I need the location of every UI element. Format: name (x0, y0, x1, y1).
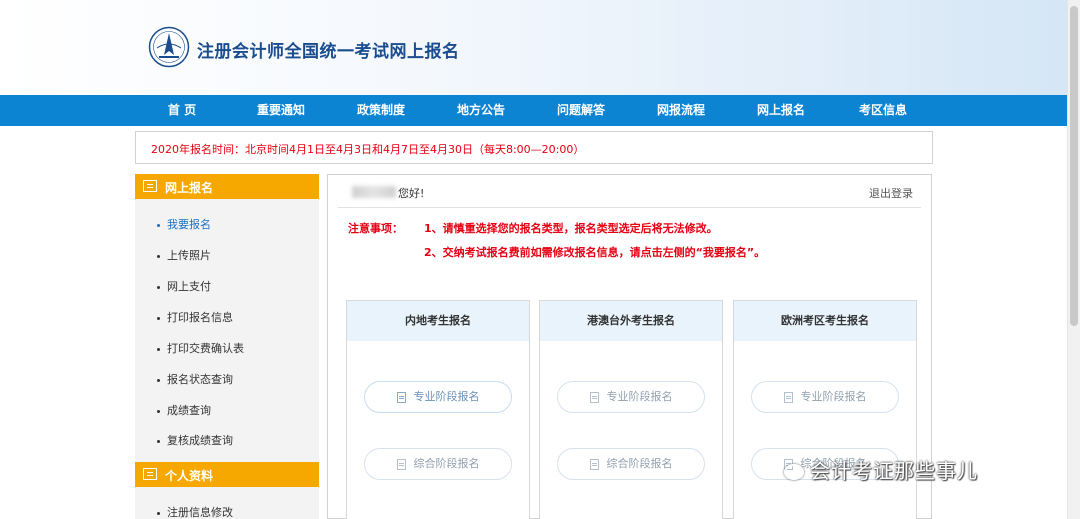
button-label: 综合阶段报名 (606, 457, 673, 470)
wechat-icon (784, 464, 804, 480)
greeting-bar: 您好! 退出登录 (338, 175, 921, 208)
scrollbar-thumb[interactable] (1070, 6, 1078, 326)
watermark-text: 会计考证那些事儿 (810, 459, 978, 483)
greeting-text: 您好! (398, 187, 425, 200)
note-line-2: 2、交纳考试报名费前如需修改报名信息，请点击左侧的“我要报名”。 (424, 246, 766, 259)
main-nav: 首 页 重要通知 政策制度 地方公告 问题解答 网报流程 网上报名 考区信息 (0, 95, 1067, 126)
bullet-icon (157, 347, 160, 351)
document-icon (396, 458, 406, 470)
cicpa-logo-icon[interactable] (148, 26, 190, 68)
sidebar-item-upload-photo[interactable]: 上传照片 (157, 247, 211, 263)
button-label: 专业阶段报名 (606, 390, 673, 403)
document-icon (396, 391, 406, 403)
document-icon (589, 458, 599, 470)
logout-link[interactable]: 退出登录 (869, 185, 913, 201)
card-title: 内地考生报名 (347, 301, 529, 341)
sidebar-item-label: 网上支付 (167, 280, 211, 293)
card-mainland-candidates: 内地考生报名 专业阶段报名 综合阶段报名 (346, 300, 530, 519)
sidebar-header-label: 网上报名 (165, 181, 214, 195)
button-label: 综合阶段报名 (413, 457, 480, 470)
bullet-icon (157, 285, 160, 289)
bullet-icon (157, 316, 160, 320)
document-icon (589, 391, 599, 403)
nav-item-important-notices[interactable]: 重要通知 (236, 95, 326, 126)
id-card-icon (143, 468, 157, 480)
nav-item-exam-area-info[interactable]: 考区信息 (838, 95, 928, 126)
nav-item-faq[interactable]: 问题解答 (536, 95, 626, 126)
card-europe-exam-area-candidates: 欧洲考区考生报名 专业阶段报名 综合阶段报名 (733, 300, 917, 519)
comprehensive-stage-button[interactable]: 综合阶段报名 (364, 448, 512, 480)
notice-text: 2020年报名时间：北京时间4月1日至4月3日和4月7日至4月30日（每天8:0… (151, 143, 585, 156)
sidebar-item-label: 报名状态查询 (167, 373, 233, 386)
sidebar-item-edit-registration-info[interactable]: 注册信息修改 (157, 504, 233, 519)
bullet-icon (157, 511, 160, 515)
sidebar-item-label: 复核成绩查询 (167, 434, 233, 447)
professional-stage-button[interactable]: 专业阶段报名 (751, 381, 899, 413)
bullet-icon (157, 378, 160, 382)
nav-item-online-registration[interactable]: 网上报名 (736, 95, 826, 126)
sidebar-item-label: 成绩查询 (167, 404, 211, 417)
professional-stage-button[interactable]: 专业阶段报名 (364, 381, 512, 413)
button-label: 专业阶段报名 (413, 390, 480, 403)
sidebar-item-label: 上传照片 (167, 249, 211, 262)
nav-item-home[interactable]: 首 页 (137, 95, 227, 126)
professional-stage-button[interactable]: 专业阶段报名 (557, 381, 705, 413)
sidebar-item-print-payment-confirmation[interactable]: 打印交费确认表 (157, 340, 244, 356)
monitor-icon (143, 180, 157, 192)
site-header: 注册会计师全国统一考试网上报名 (0, 0, 1067, 95)
card-title: 欧洲考区考生报名 (734, 301, 916, 341)
document-icon (783, 391, 793, 403)
notes-label: 注意事项： (348, 222, 403, 235)
sidebar-item-label: 注册信息修改 (167, 506, 233, 519)
card-title: 港澳台外考生报名 (540, 301, 722, 341)
nav-item-policies[interactable]: 政策制度 (336, 95, 426, 126)
sidebar-item-print-registration-info[interactable]: 打印报名信息 (157, 309, 233, 325)
nav-item-registration-process[interactable]: 网报流程 (636, 95, 726, 126)
sidebar-item-label: 我要报名 (167, 218, 211, 231)
site-title: 注册会计师全国统一考试网上报名 (197, 42, 460, 62)
sidebar-header-online-registration: 网上报名 (135, 174, 319, 199)
registration-time-notice: 2020年报名时间：北京时间4月1日至4月3日和4月7日至4月30日（每天8:0… (135, 131, 933, 164)
bullet-icon (157, 223, 160, 227)
sidebar: 网上报名 我要报名 上传照片 网上支付 打印报名信息 打印交费确认表 报名状态查… (135, 174, 319, 519)
sidebar-item-label: 打印报名信息 (167, 311, 233, 324)
nav-item-local-announcements[interactable]: 地方公告 (436, 95, 526, 126)
page-scrollbar[interactable] (1067, 0, 1080, 519)
sidebar-item-online-payment[interactable]: 网上支付 (157, 278, 211, 294)
comprehensive-stage-button[interactable]: 综合阶段报名 (557, 448, 705, 480)
card-hk-macao-taiwan-foreign-candidates: 港澳台外考生报名 专业阶段报名 综合阶段报名 (539, 300, 723, 519)
sidebar-item-score-query[interactable]: 成绩查询 (157, 402, 211, 418)
bullet-icon (157, 439, 160, 443)
blurred-username (352, 186, 396, 198)
bullet-icon (157, 254, 160, 258)
sidebar-item-label: 打印交费确认表 (167, 342, 244, 355)
button-label: 专业阶段报名 (800, 390, 867, 403)
note-line-1: 1、请慎重选择您的报名类型，报名类型选定后将无法修改。 (424, 222, 718, 235)
sidebar-header-label: 个人资料 (165, 469, 214, 483)
sidebar-item-review-score-query[interactable]: 复核成绩查询 (157, 432, 233, 448)
wechat-watermark: 会计考证那些事儿 (784, 455, 978, 484)
sidebar-header-personal-info: 个人资料 (135, 462, 319, 487)
bullet-icon (157, 409, 160, 413)
sidebar-item-my-registration[interactable]: 我要报名 (157, 216, 211, 232)
sidebar-item-registration-status[interactable]: 报名状态查询 (157, 371, 233, 387)
